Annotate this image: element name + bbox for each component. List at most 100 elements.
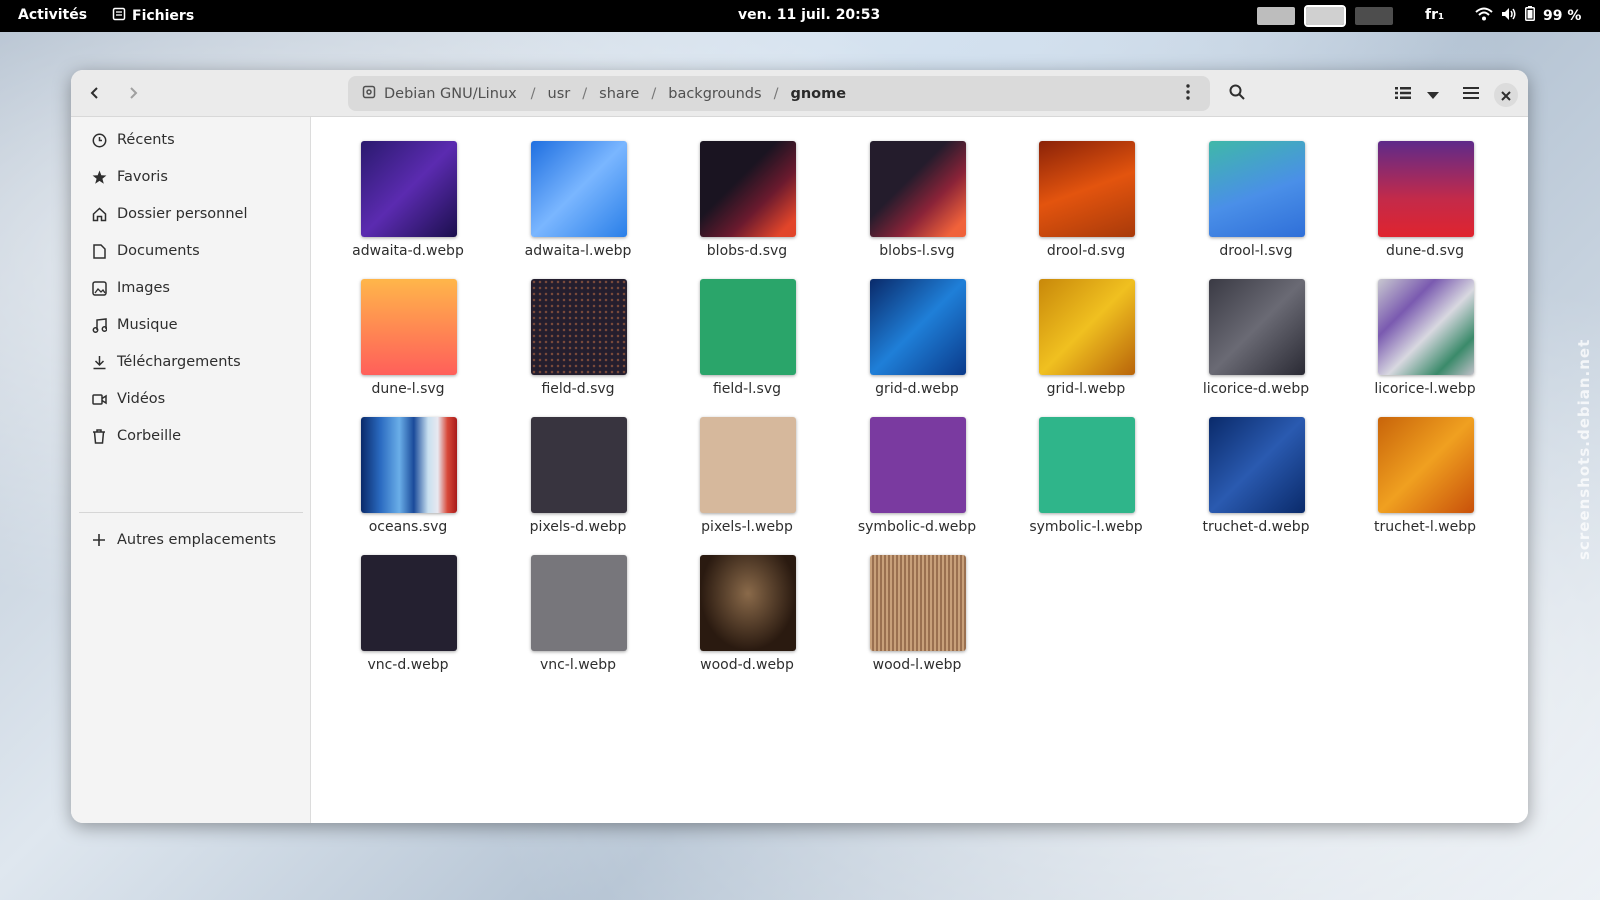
close-window-button[interactable] [1494,83,1518,107]
file-thumbnail [700,555,796,651]
file-item[interactable]: grid-l.webp [1011,279,1161,409]
file-name: grid-l.webp [1046,381,1126,397]
file-item[interactable]: licorice-l.webp [1350,279,1500,409]
file-item[interactable]: field-d.svg [503,279,653,409]
file-name: pixels-d.webp [529,519,627,535]
file-item[interactable]: symbolic-d.webp [842,417,992,547]
file-item[interactable]: oceans.svg [333,417,483,547]
path-segment-share[interactable]: share [587,86,651,102]
file-thumbnail [1209,279,1305,375]
view-list-button[interactable] [1387,78,1419,110]
watermark: screenshots.debian.net [1575,338,1593,560]
sidebar-item-starred[interactable]: Favoris [79,160,303,194]
file-item[interactable]: blobs-d.svg [672,141,822,271]
sidebar-item-label: Autres emplacements [117,532,277,548]
file-item[interactable]: dune-d.svg [1350,141,1500,271]
back-button[interactable] [79,78,111,110]
file-name: truchet-d.webp [1202,519,1310,535]
file-name: grid-d.webp [875,381,959,397]
file-item[interactable]: adwaita-d.webp [333,141,483,271]
search-button[interactable] [1221,78,1253,110]
sidebar-item-label: Téléchargements [117,354,241,370]
file-name: licorice-d.webp [1202,381,1310,397]
file-thumbnail [870,141,966,237]
sidebar-item-label: Musique [117,317,178,333]
file-thumbnail [1209,141,1305,237]
file-thumbnail [1209,417,1305,513]
file-name: oceans.svg [368,519,448,535]
file-item[interactable]: dune-l.svg [333,279,483,409]
file-name: adwaita-d.webp [352,243,464,259]
file-item[interactable]: pixels-d.webp [503,417,653,547]
file-item[interactable]: wood-d.webp [672,555,822,685]
file-item[interactable]: truchet-d.webp [1181,417,1331,547]
sidebar-item-pictures[interactable]: Images [79,271,303,305]
workspace-2-active[interactable] [1304,5,1346,27]
sidebar-item-recent[interactable]: Récents [79,123,303,157]
file-thumbnail [1378,417,1474,513]
view-options-dropdown[interactable] [1417,78,1449,110]
sidebar: Récents Favoris Dossier personnel Docume… [71,117,311,823]
sidebar-item-documents[interactable]: Documents [79,234,303,268]
file-thumbnail [361,141,457,237]
workspace-3[interactable] [1355,7,1393,25]
files-window: Debian GNU/Linux / usr / share / backgro… [71,70,1528,823]
system-menu[interactable]: 99 % [1475,6,1581,25]
file-item[interactable]: drool-l.svg [1181,141,1331,271]
path-segment-current[interactable]: gnome [778,86,858,102]
star-icon [91,169,107,185]
wifi-icon [1475,7,1493,25]
chevron-right-icon [126,85,140,104]
keyboard-layout-indicator[interactable]: fr₁ [1425,7,1444,23]
file-item[interactable]: blobs-l.svg [842,141,992,271]
sidebar-item-videos[interactable]: Vidéos [79,382,303,416]
file-item[interactable]: licorice-d.webp [1181,279,1331,409]
battery-icon [1525,6,1535,25]
file-thumbnail [531,279,627,375]
file-thumbnail [1039,417,1135,513]
sidebar-item-music[interactable]: Musique [79,308,303,342]
file-thumbnail [700,417,796,513]
sidebar-item-trash[interactable]: Corbeille [79,419,303,453]
file-name: field-d.svg [541,381,615,397]
drive-icon [362,85,376,103]
file-item[interactable]: vnc-d.webp [333,555,483,685]
file-thumbnail [870,417,966,513]
path-segment-usr[interactable]: usr [536,86,583,102]
activities-button[interactable]: Activités [18,7,87,23]
download-icon [91,354,107,370]
file-name: dune-l.svg [371,381,445,397]
file-item[interactable]: pixels-l.webp [672,417,822,547]
app-menu[interactable]: Fichiers [112,7,194,25]
path-options-button[interactable] [1172,78,1204,110]
path-segment-backgrounds[interactable]: backgrounds [656,86,773,102]
path-bar: Debian GNU/Linux / usr / share / backgro… [348,76,1210,111]
file-item[interactable]: grid-d.webp [842,279,992,409]
path-root[interactable]: Debian GNU/Linux [348,85,531,103]
file-item[interactable]: truchet-l.webp [1350,417,1500,547]
file-name: wood-d.webp [700,657,794,673]
header-bar: Debian GNU/Linux / usr / share / backgro… [71,70,1528,117]
sidebar-item-other-locations[interactable]: Autres emplacements [79,523,303,557]
file-thumbnail [531,141,627,237]
clock-icon [91,132,107,148]
main-menu-button[interactable] [1455,78,1487,110]
file-item[interactable]: symbolic-l.webp [1011,417,1161,547]
file-item[interactable]: wood-l.webp [842,555,992,685]
file-name: vnc-d.webp [367,657,449,673]
clock[interactable]: ven. 11 juil. 20:53 [738,7,880,23]
file-item[interactable]: vnc-l.webp [503,555,653,685]
music-icon [91,317,107,333]
top-bar: Activités Fichiers ven. 11 juil. 20:53 f… [0,0,1600,32]
file-name: adwaita-l.webp [524,243,632,259]
document-icon [91,243,107,259]
sidebar-item-home[interactable]: Dossier personnel [79,197,303,231]
sidebar-item-label: Documents [117,243,200,259]
forward-button[interactable] [117,78,149,110]
sidebar-item-downloads[interactable]: Téléchargements [79,345,303,379]
home-icon [91,206,107,222]
file-item[interactable]: field-l.svg [672,279,822,409]
file-item[interactable]: adwaita-l.webp [503,141,653,271]
workspace-1[interactable] [1257,7,1295,25]
file-item[interactable]: drool-d.svg [1011,141,1161,271]
